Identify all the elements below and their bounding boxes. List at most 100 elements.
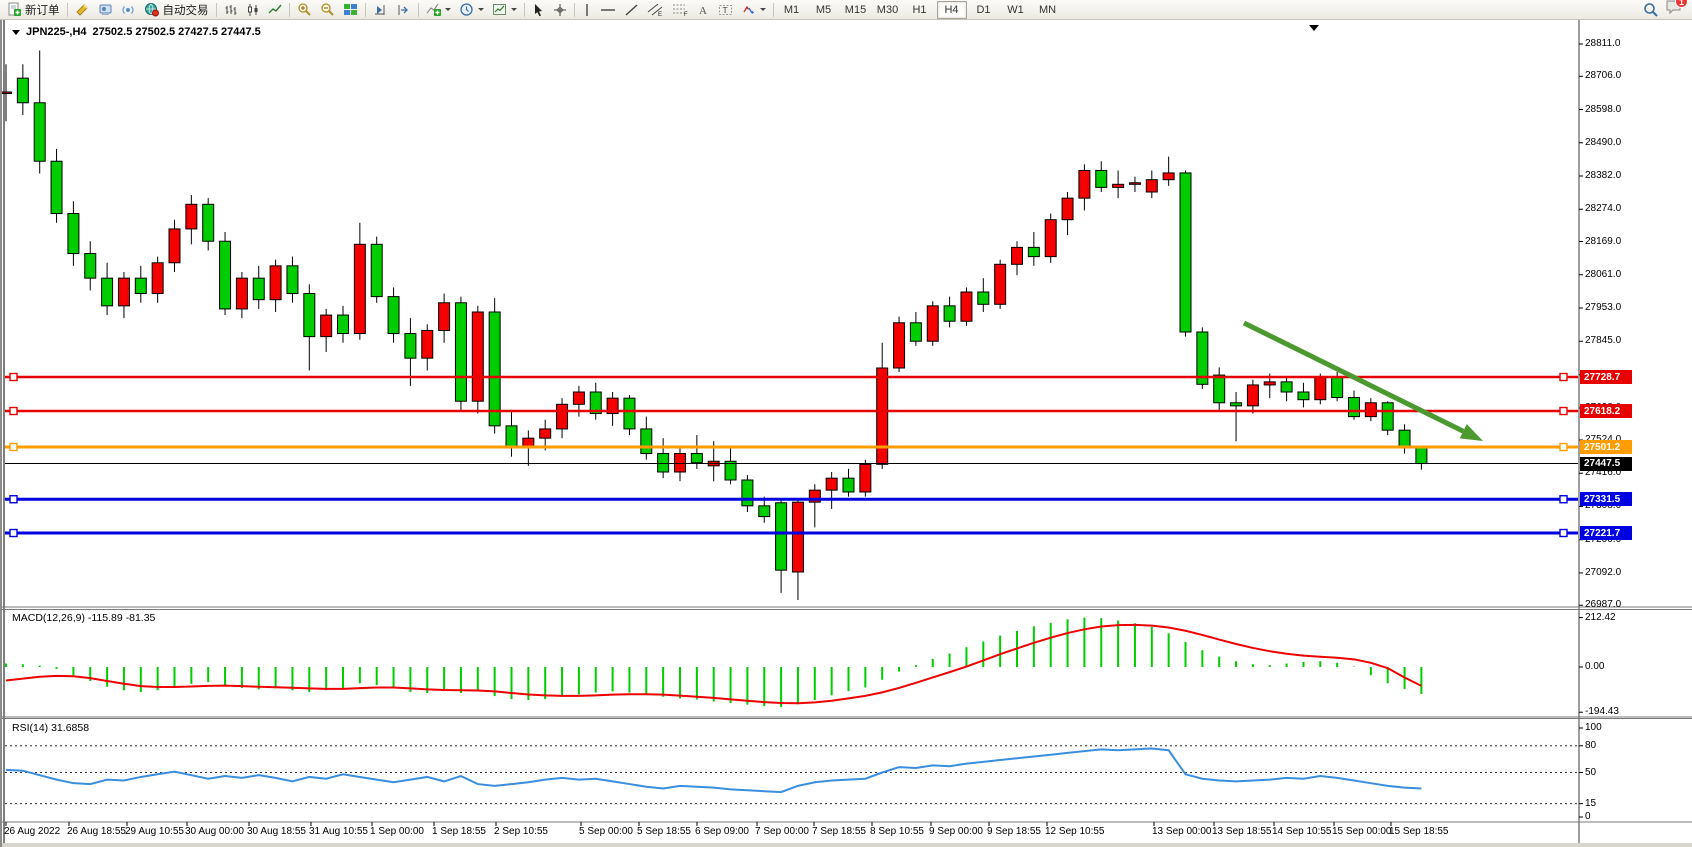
signals-button[interactable] xyxy=(117,0,140,19)
timeframe-button-MN[interactable]: MN xyxy=(1033,1,1063,19)
time-axis-label: 9 Sep 18:55 xyxy=(987,826,1041,837)
bar-chart-icon xyxy=(224,3,238,17)
chart-menu-triangle-icon[interactable] xyxy=(12,30,20,35)
indicators-icon xyxy=(426,2,441,17)
line-handle[interactable] xyxy=(10,374,17,381)
price-axis-label: 27845.0 xyxy=(1585,335,1621,346)
chart-ohlc-values: 27502.5 27502.5 27427.5 27447.5 xyxy=(93,26,261,38)
candle-body xyxy=(439,303,450,331)
text-label-tool-button[interactable]: T xyxy=(714,0,737,19)
rsi-indicator-label: RSI(14) 31.6858 xyxy=(12,722,89,734)
price-axis-label: 28811.0 xyxy=(1585,38,1620,49)
time-axis-label: 5 Sep 00:00 xyxy=(579,826,633,837)
autotrade-button[interactable]: 自动交易 xyxy=(140,0,213,19)
line-handle[interactable] xyxy=(10,408,17,415)
indicators-dropdown-icon xyxy=(445,8,451,11)
arrows-dropdown-icon xyxy=(760,8,766,11)
candle-body xyxy=(978,292,989,304)
indicators-button[interactable] xyxy=(422,0,455,19)
chart-shift-button[interactable] xyxy=(392,0,415,19)
arrows-tool-button[interactable] xyxy=(737,0,770,19)
line-handle[interactable] xyxy=(1560,496,1567,503)
price-tag-27728.7: 27728.7 xyxy=(1580,370,1632,384)
chart-shift-marker[interactable] xyxy=(1309,25,1319,31)
candle-body xyxy=(1163,173,1174,180)
auto-scroll-icon xyxy=(373,3,388,17)
timeframe-button-M5[interactable]: M5 xyxy=(809,1,839,19)
timeframe-button-H4[interactable]: H4 xyxy=(937,1,967,19)
time-axis-label: 5 Sep 18:55 xyxy=(637,826,691,837)
auto-scroll-button[interactable] xyxy=(369,0,392,19)
crosshair-tool-button[interactable] xyxy=(549,0,571,19)
line-chart-mode-button[interactable] xyxy=(264,0,286,19)
timeframe-button-H1[interactable]: H1 xyxy=(905,1,935,19)
time-axis-label: 1 Sep 00:00 xyxy=(370,826,424,837)
top-toolbar: 新订单 自动交易 xyxy=(0,0,1692,20)
cursor-tool-button[interactable] xyxy=(528,0,549,19)
candle-body xyxy=(725,461,736,480)
candle-body xyxy=(422,330,433,358)
zoom-out-button[interactable] xyxy=(316,0,339,19)
timeframe-button-W1[interactable]: W1 xyxy=(1001,1,1031,19)
zoom-in-button[interactable] xyxy=(293,0,316,19)
candle-body xyxy=(1062,198,1073,220)
text-label-icon: T xyxy=(718,3,733,17)
templates-button[interactable] xyxy=(488,0,521,19)
candle-body xyxy=(658,454,669,472)
line-handle[interactable] xyxy=(10,444,17,451)
toolbar-separator xyxy=(67,3,68,17)
price-axis-label: 28169.0 xyxy=(1585,236,1621,247)
line-handle[interactable] xyxy=(1560,530,1567,537)
trendline-tool-button[interactable] xyxy=(620,0,643,19)
fibonacci-tool-button[interactable]: F xyxy=(668,0,693,19)
time-axis-label: 6 Sep 09:00 xyxy=(695,826,749,837)
chart-canvas[interactable] xyxy=(2,20,1692,847)
periods-button[interactable] xyxy=(455,0,488,19)
candlestick-icon xyxy=(246,3,260,17)
search-icon[interactable] xyxy=(1643,2,1659,18)
candle-body xyxy=(910,323,921,341)
zoom-out-icon xyxy=(320,2,335,17)
channel-tool-button[interactable]: E xyxy=(643,0,668,19)
line-handle[interactable] xyxy=(1560,408,1567,415)
candle-body xyxy=(1028,247,1039,256)
candle-body xyxy=(338,315,349,333)
line-handle[interactable] xyxy=(1560,444,1567,451)
candle-body xyxy=(388,297,399,334)
price-tag-27447.5: 27447.5 xyxy=(1580,457,1632,471)
text-tool-button[interactable]: A xyxy=(693,0,714,19)
price-axis-label: 27953.0 xyxy=(1585,302,1621,313)
candle-body xyxy=(1113,184,1124,187)
time-axis-label: 7 Sep 00:00 xyxy=(755,826,809,837)
horizontal-line-tool-button[interactable] xyxy=(596,0,620,19)
line-handle[interactable] xyxy=(10,530,17,537)
vertical-line-tool-button[interactable] xyxy=(578,0,596,19)
candle-body xyxy=(1298,392,1309,400)
timeframe-button-M30[interactable]: M30 xyxy=(873,1,903,19)
bar-chart-mode-button[interactable] xyxy=(220,0,242,19)
candle-body xyxy=(169,229,180,263)
market-watch-button[interactable] xyxy=(94,0,117,19)
candlestick-mode-button[interactable] xyxy=(242,0,264,19)
autotrade-label: 自动交易 xyxy=(163,2,209,18)
line-handle[interactable] xyxy=(10,496,17,503)
tile-windows-button[interactable] xyxy=(339,0,362,19)
candle-body xyxy=(1315,377,1326,400)
candle-body xyxy=(1264,382,1275,385)
candle-body xyxy=(17,78,28,103)
price-axis-label: 27092.0 xyxy=(1585,567,1621,578)
macd-axis-label: 0.00 xyxy=(1585,661,1604,672)
wizard-button[interactable] xyxy=(71,0,94,19)
timeframe-button-D1[interactable]: D1 xyxy=(969,1,999,19)
new-order-button[interactable]: 新订单 xyxy=(3,0,64,19)
candle-body xyxy=(455,303,466,401)
candle-body xyxy=(2,92,12,94)
chart-window[interactable]: JPN225-,H4 27502.5 27502.5 27427.5 27447… xyxy=(0,20,1692,847)
candle-body xyxy=(354,244,365,333)
notifications-button[interactable]: 1 xyxy=(1665,0,1683,20)
candle-body xyxy=(371,244,382,296)
svg-text:T: T xyxy=(722,5,727,15)
timeframe-button-M1[interactable]: M1 xyxy=(777,1,807,19)
line-handle[interactable] xyxy=(1560,374,1567,381)
timeframe-button-M15[interactable]: M15 xyxy=(841,1,871,19)
